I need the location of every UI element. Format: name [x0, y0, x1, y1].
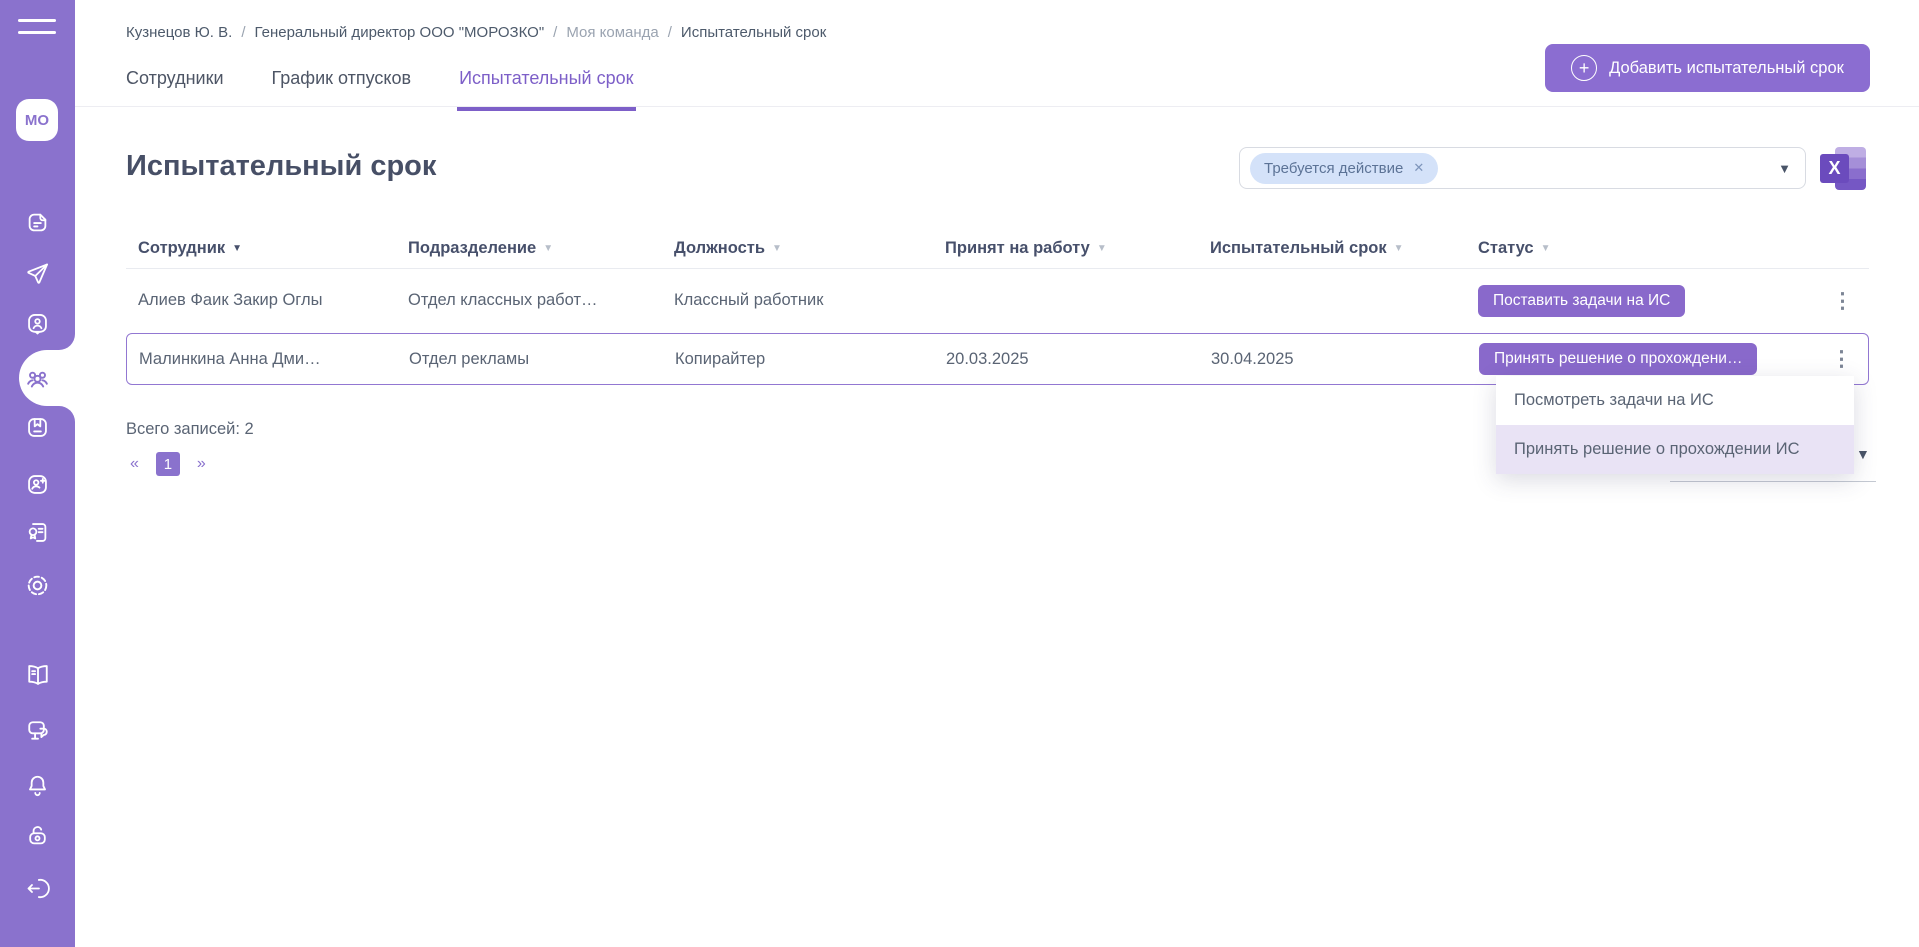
pagination: « 1 »	[126, 452, 210, 476]
sidebar: МО	[0, 0, 75, 947]
sort-filter-icon[interactable]: ▼	[1541, 243, 1551, 254]
row-context-menu: Посмотреть задачи на ИС Принять решение …	[1496, 376, 1854, 474]
column-header-probation[interactable]: Испытательный срок ▼	[1198, 239, 1466, 258]
gear-icon	[23, 571, 52, 600]
status-action-button[interactable]: Принять решение о прохождени…	[1479, 343, 1757, 375]
cell-department: Отдел классных работ…	[396, 291, 662, 310]
sort-filter-icon[interactable]: ▼	[1097, 243, 1107, 254]
sidebar-item-package[interactable]	[0, 410, 75, 444]
breadcrumb-item[interactable]: Кузнецов Ю. В.	[126, 24, 232, 41]
sidebar-item-team[interactable]	[0, 361, 75, 395]
plus-icon: +	[1571, 55, 1597, 81]
sidebar-item-logout[interactable]	[0, 871, 75, 905]
column-header-hired[interactable]: Принят на работу ▼	[933, 239, 1198, 258]
filter-chip-label: Требуется действие	[1264, 160, 1403, 177]
send-icon	[24, 260, 51, 287]
pagination-prev-button[interactable]: «	[126, 453, 143, 475]
add-probation-button[interactable]: + Добавить испытательный срок	[1545, 44, 1870, 92]
cell-position: Классный работник	[662, 291, 933, 310]
logout-icon	[24, 875, 51, 902]
sidebar-item-discussion[interactable]	[0, 714, 75, 748]
contact-card-icon	[24, 311, 51, 338]
sidebar-item-certificate[interactable]	[0, 515, 75, 549]
page-title: Испытательный срок	[126, 150, 436, 183]
filter-dropdown-arrow-icon[interactable]: ▼	[1778, 161, 1791, 176]
row-kebab-menu-icon[interactable]: ⋮	[1825, 345, 1858, 374]
table-header-row: Сотрудник ▼ Подразделение ▼ Должность ▼ …	[126, 228, 1869, 268]
bell-icon	[24, 772, 51, 799]
chip-close-icon[interactable]: ✕	[1413, 160, 1424, 176]
tab-bar: Сотрудники График отпусков Испытательный…	[126, 68, 634, 111]
person-add-icon	[24, 471, 51, 498]
row-kebab-menu-icon[interactable]: ⋮	[1826, 286, 1859, 315]
open-book-icon	[24, 661, 52, 689]
sidebar-item-settings[interactable]	[0, 568, 75, 602]
table-row[interactable]: Алиев Фаик Закир Оглы Отдел классных раб…	[126, 268, 1869, 332]
status-action-button[interactable]: Поставить задачи на ИС	[1478, 285, 1685, 317]
cell-status: Поставить задачи на ИС	[1466, 285, 1869, 317]
header-divider	[75, 106, 1919, 107]
certificate-icon	[24, 519, 51, 546]
breadcrumb-separator: /	[553, 24, 557, 41]
sort-filter-icon[interactable]: ▼	[232, 243, 242, 254]
sidebar-item-knowledge-book[interactable]	[0, 658, 75, 692]
filter-chip[interactable]: Требуется действие ✕	[1250, 153, 1438, 184]
column-header-status[interactable]: Статус ▼	[1466, 239, 1869, 258]
export-excel-button[interactable]: X	[1820, 147, 1870, 190]
breadcrumb-separator: /	[241, 24, 245, 41]
menu-item-view-tasks[interactable]: Посмотреть задачи на ИС	[1496, 376, 1854, 425]
app-window: МО	[0, 0, 1919, 947]
add-probation-label: Добавить испытательный срок	[1609, 59, 1844, 78]
pagination-page-1[interactable]: 1	[156, 452, 180, 476]
excel-x-icon: X	[1820, 154, 1849, 183]
sidebar-item-lock[interactable]	[0, 818, 75, 852]
sidebar-item-person-add[interactable]	[0, 467, 75, 501]
tab-employees[interactable]: Сотрудники	[126, 68, 224, 111]
breadcrumb-item[interactable]: Моя команда	[566, 24, 658, 41]
sidebar-item-contact-card[interactable]	[0, 307, 75, 341]
cell-probation-end: 30.04.2025	[1199, 350, 1467, 369]
sidebar-item-notifications[interactable]	[0, 768, 75, 802]
breadcrumb-separator: /	[668, 24, 672, 41]
package-icon	[24, 414, 51, 441]
cell-position: Копирайтер	[663, 350, 934, 369]
sidebar-item-send[interactable]	[0, 256, 75, 290]
avatar[interactable]: МО	[16, 99, 58, 141]
status-filter-select[interactable]: Требуется действие ✕ ▼	[1239, 147, 1806, 189]
breadcrumb-item-current: Испытательный срок	[681, 24, 826, 41]
tab-probation-period[interactable]: Испытательный срок	[459, 68, 633, 111]
underlying-select-arrow-icon[interactable]: ▼	[1856, 446, 1870, 462]
probation-table: Сотрудник ▼ Подразделение ▼ Должность ▼ …	[126, 228, 1869, 385]
document-icon	[24, 209, 51, 236]
column-header-position[interactable]: Должность ▼	[662, 239, 933, 258]
pagination-next-button[interactable]: »	[193, 453, 210, 475]
cell-status: Принять решение о прохождени…	[1467, 343, 1868, 375]
team-icon	[23, 364, 52, 393]
records-total: Всего записей: 2	[126, 420, 254, 439]
sort-filter-icon[interactable]: ▼	[1394, 243, 1404, 254]
lock-icon	[24, 822, 51, 849]
breadcrumb-item[interactable]: Генеральный директор ООО "МОРОЗКО"	[254, 24, 544, 41]
sidebar-item-documents[interactable]	[0, 205, 75, 239]
cell-employee: Алиев Фаик Закир Оглы	[126, 291, 396, 310]
column-header-employee[interactable]: Сотрудник ▼	[126, 239, 396, 258]
sort-filter-icon[interactable]: ▼	[772, 243, 782, 254]
discussion-icon	[24, 717, 52, 745]
underlying-select-line	[1670, 481, 1876, 482]
cell-hired: 20.03.2025	[934, 350, 1199, 369]
menu-item-decide-probation[interactable]: Принять решение о прохождении ИС	[1496, 425, 1854, 474]
cell-employee: Малинкина Анна Дми…	[127, 350, 397, 369]
breadcrumb: Кузнецов Ю. В. / Генеральный директор ОО…	[126, 24, 826, 41]
tab-vacation-schedule[interactable]: График отпусков	[272, 68, 412, 111]
cell-department: Отдел рекламы	[397, 350, 663, 369]
column-header-department[interactable]: Подразделение ▼	[396, 239, 662, 258]
menu-icon[interactable]	[18, 17, 56, 37]
sort-filter-icon[interactable]: ▼	[543, 243, 553, 254]
